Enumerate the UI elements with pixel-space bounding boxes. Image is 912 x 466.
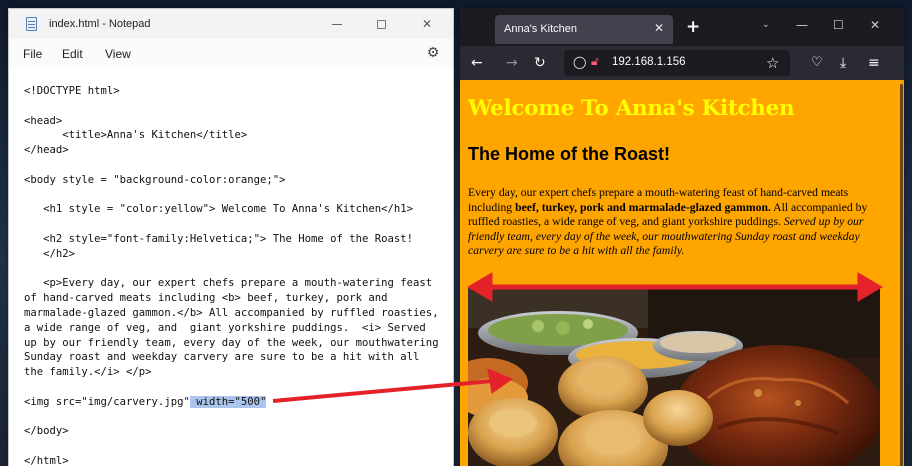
selected-width-attribute[interactable]: width="500" bbox=[189, 395, 267, 408]
code-line: <h1 style = "color:yellow"> Welcome To A… bbox=[24, 202, 453, 217]
code-line-text: up by our friendly team, every day of th… bbox=[24, 336, 439, 349]
code-line-text: <title>Anna's Kitchen</title> bbox=[24, 129, 248, 142]
page-heading-h1: Welcome To Anna's Kitchen bbox=[468, 96, 795, 121]
browser-window: Anna's Kitchen ✕ + ⌄ — ☐ ✕ ← → ↻ ◯ 🔓︎ 19… bbox=[460, 8, 904, 466]
code-line: marmalade-glazed gammon.</b> All accompa… bbox=[24, 306, 453, 321]
notepad-menubar: File Edit View ⚙ bbox=[9, 39, 453, 67]
code-line-text: </h2> bbox=[24, 247, 76, 260]
code-line-text: <head> bbox=[24, 114, 63, 127]
forward-arrow-icon[interactable]: → bbox=[506, 55, 518, 71]
code-line: <title>Anna's Kitchen</title> bbox=[24, 128, 453, 143]
minimize-button[interactable] bbox=[315, 9, 359, 39]
pocket-icon[interactable]: ♡ bbox=[811, 55, 823, 70]
insecure-lock-icon[interactable]: 🔓︎ bbox=[591, 54, 599, 69]
download-icon[interactable]: ⤓ bbox=[840, 55, 846, 71]
code-line: <head> bbox=[24, 114, 453, 129]
browser-navbar: ← → ↻ ◯ 🔓︎ 192.168.1.156 ☆ ♡ ⤓ ≡ bbox=[460, 46, 904, 80]
code-line-text: <p>Every day, our expert chefs prepare a… bbox=[24, 277, 433, 290]
notepad-app-icon bbox=[26, 17, 37, 31]
para-bold-text: beef, turkey, pork and marmalade-glazed … bbox=[515, 200, 771, 214]
hamburger-menu-icon[interactable]: ≡ bbox=[868, 55, 880, 71]
code-line-text: <h1 style = "color:yellow"> Welcome To A… bbox=[24, 203, 414, 216]
code-line: </head> bbox=[24, 143, 453, 158]
browser-maximize-icon[interactable]: ☐ bbox=[833, 18, 844, 32]
browser-tabbar: Anna's Kitchen ✕ + ⌄ — ☐ ✕ bbox=[460, 8, 904, 46]
address-bar[interactable]: ◯ 🔓︎ 192.168.1.156 bbox=[564, 50, 790, 76]
notepad-text-editor[interactable]: <!DOCTYPE html> <head> <title>Anna's Kitc… bbox=[9, 67, 453, 466]
code-line: of hand-carved meats including <b> beef,… bbox=[24, 291, 453, 306]
page-paragraph: Every day, our expert chefs prepare a mo… bbox=[468, 186, 890, 259]
settings-gear-icon[interactable]: ⚙ bbox=[425, 45, 441, 61]
browser-close-icon[interactable]: ✕ bbox=[870, 18, 880, 32]
bookmark-star-icon[interactable]: ☆ bbox=[766, 54, 779, 72]
code-line-text: a wide range of veg, and giant yorkshire… bbox=[24, 321, 426, 334]
code-line: </body> bbox=[24, 424, 453, 439]
code-line: <p>Every day, our expert chefs prepare a… bbox=[24, 276, 453, 291]
code-line: </h2> bbox=[24, 247, 453, 262]
code-line: </html> bbox=[24, 454, 453, 466]
code-line-text: <body style = "background-color:orange;"… bbox=[24, 173, 286, 186]
code-line: a wide range of veg, and giant yorkshire… bbox=[24, 321, 453, 336]
url-text: 192.168.1.156 bbox=[612, 56, 686, 68]
webpage-content: Welcome To Anna's Kitchen The Home of th… bbox=[460, 80, 904, 466]
notepad-titlebar[interactable]: index.html - Notepad ✕ bbox=[9, 9, 453, 39]
code-line-text: Sunday roast and weekday carvery are sur… bbox=[24, 351, 420, 364]
tab-close-icon[interactable]: ✕ bbox=[654, 21, 664, 35]
back-arrow-icon[interactable]: ← bbox=[471, 55, 483, 71]
maximize-button[interactable] bbox=[359, 9, 403, 39]
carvery-photo bbox=[468, 288, 880, 466]
code-line: Sunday roast and weekday carvery are sur… bbox=[24, 350, 453, 365]
maximize-icon bbox=[376, 19, 386, 29]
code-line-text: of hand-carved meats including <b> beef,… bbox=[24, 292, 388, 305]
carvery-photo-illustration bbox=[468, 288, 880, 466]
tab-title: Anna's Kitchen bbox=[504, 23, 578, 35]
code-line-text: </html> bbox=[24, 454, 69, 466]
browser-minimize-icon[interactable]: — bbox=[796, 18, 808, 32]
code-line-text: marmalade-glazed gammon.</b> All accompa… bbox=[24, 306, 439, 319]
code-line: the family.</i> </p> bbox=[24, 365, 453, 380]
code-line: <body style = "background-color:orange;"… bbox=[24, 173, 453, 188]
list-all-tabs-chevron-icon[interactable]: ⌄ bbox=[762, 20, 770, 30]
code-line-text: <img src="img/carvery.jpg" bbox=[24, 395, 190, 408]
notepad-window-title: index.html - Notepad bbox=[49, 18, 151, 30]
menu-file[interactable]: File bbox=[23, 47, 42, 61]
page-heading-h2: The Home of the Roast! bbox=[468, 144, 671, 164]
minimize-icon bbox=[332, 23, 342, 25]
code-line-text: <!DOCTYPE html> bbox=[24, 85, 120, 97]
code-line: up by our friendly team, every day of th… bbox=[24, 336, 453, 351]
new-tab-plus-icon[interactable]: + bbox=[686, 17, 700, 37]
close-button[interactable]: ✕ bbox=[405, 9, 449, 39]
menu-edit[interactable]: Edit bbox=[62, 47, 83, 61]
notepad-window: index.html - Notepad ✕ File Edit View ⚙ … bbox=[8, 8, 454, 466]
code-line: <img src="img/carvery.jpg" width="500" bbox=[24, 395, 453, 410]
code-line: <!DOCTYPE html> bbox=[24, 84, 453, 99]
code-line: <h2 style="font-family:Helvetica;"> The … bbox=[24, 232, 453, 247]
tracking-shield-icon[interactable]: ◯ bbox=[573, 55, 586, 69]
code-line-text: </head> bbox=[24, 144, 69, 157]
code-line-text: <h2 style="font-family:Helvetica;"> The … bbox=[24, 232, 414, 245]
reload-icon[interactable]: ↻ bbox=[534, 55, 546, 71]
browser-tab-active[interactable]: Anna's Kitchen ✕ bbox=[495, 15, 673, 44]
code-line-text: the family.</i> </p> bbox=[24, 366, 152, 379]
scrollbar-thumb[interactable] bbox=[900, 84, 903, 466]
code-line-text: </body> bbox=[24, 425, 69, 438]
close-icon: ✕ bbox=[421, 17, 433, 31]
menu-view[interactable]: View bbox=[105, 47, 131, 61]
